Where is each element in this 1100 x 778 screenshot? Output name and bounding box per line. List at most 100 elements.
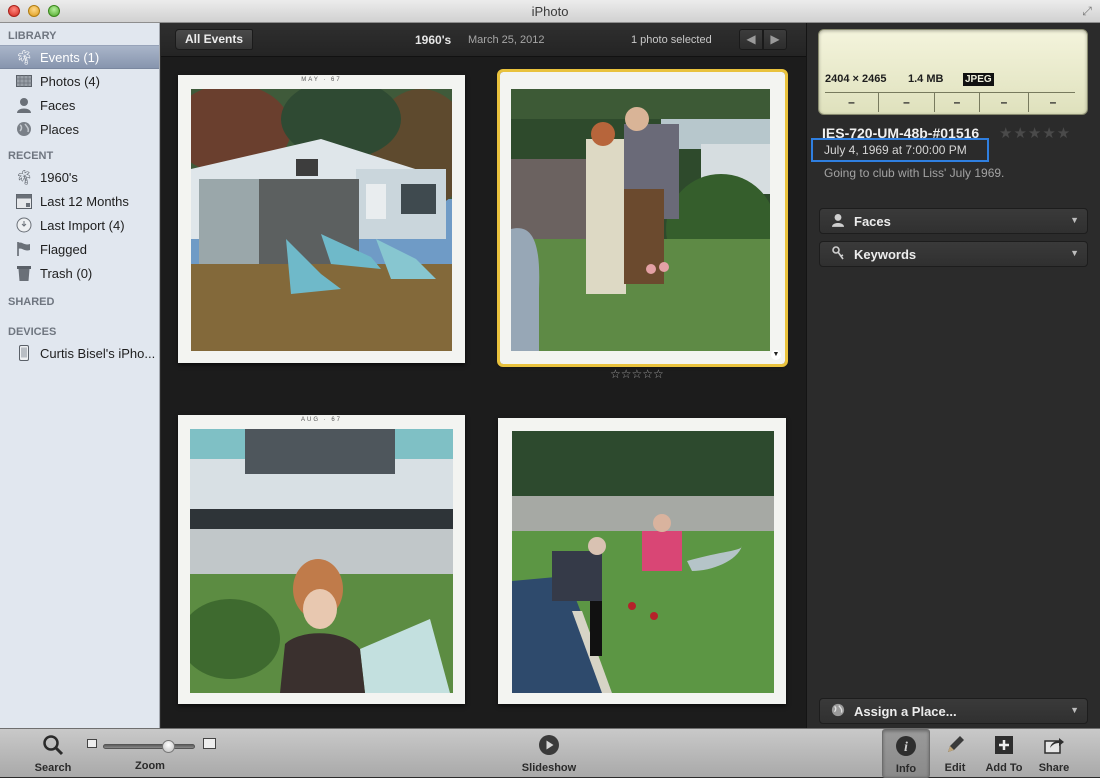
slideshow-label: Slideshow xyxy=(521,762,577,774)
photo-image xyxy=(191,89,452,351)
event-title: 1960's xyxy=(415,33,452,47)
photo-browser: All Events 1960's March 25, 2012 1 photo… xyxy=(161,23,806,728)
photo-thumbnail[interactable]: AUG · 67 xyxy=(178,415,465,704)
window-title: iPhoto xyxy=(531,4,569,19)
share-button[interactable]: Share xyxy=(1032,729,1076,778)
keywords-section[interactable]: Keywords ▼ xyxy=(819,241,1088,267)
photo-thumbnail[interactable] xyxy=(498,418,786,704)
photo-date-stamp: AUG · 67 xyxy=(300,417,342,423)
event-header: All Events 1960's March 25, 2012 1 photo… xyxy=(161,23,806,57)
add-icon xyxy=(992,734,1016,758)
faces-section[interactable]: Faces ▼ xyxy=(819,208,1088,234)
photo-file-size: 1.4 MB xyxy=(908,73,944,85)
sidebar-item-1960s[interactable]: 🌴︎ 1960's xyxy=(0,165,159,189)
add-to-button[interactable]: Add To xyxy=(981,729,1027,778)
iphone-icon xyxy=(15,344,33,362)
chevron-down-icon[interactable]: ▼ xyxy=(1070,248,1079,258)
sidebar-item-places[interactable]: Places xyxy=(0,117,159,141)
sidebar-section-devices: DEVICES xyxy=(8,326,57,338)
flag-icon xyxy=(15,240,33,258)
chevron-down-icon[interactable]: ▼ xyxy=(1070,705,1079,715)
fullscreen-icon[interactable]: ⤢ xyxy=(1080,4,1094,18)
exif-cell: – xyxy=(935,92,980,112)
selection-status: 1 photo selected xyxy=(631,34,712,46)
sidebar-item-iphone[interactable]: Curtis Bisel's iPho... xyxy=(0,341,159,365)
info-panel: 2404 × 2465 1.4 MB JPEG – – – – – IES-72… xyxy=(806,23,1100,728)
zoom-label: Zoom xyxy=(135,760,165,772)
sidebar: LIBRARY 🌴︎ Events (1) Photos (4) Faces P… xyxy=(0,23,160,728)
calendar-icon xyxy=(15,192,33,210)
share-label: Share xyxy=(1038,762,1070,774)
photo-image xyxy=(190,429,453,693)
arrow-right-icon: ▶ xyxy=(770,32,780,46)
import-clock-icon xyxy=(15,216,33,234)
sidebar-section-library: LIBRARY xyxy=(8,30,57,42)
sidebar-item-faces[interactable]: Faces xyxy=(0,93,159,117)
photo-date-stamp: MAY · 67 xyxy=(301,77,342,83)
title-bar: iPhoto ⤢ xyxy=(0,0,1100,23)
info-label: Info xyxy=(895,763,917,775)
places-globe-icon xyxy=(15,120,33,138)
sidebar-item-label: Events (1) xyxy=(40,49,100,65)
search-icon xyxy=(41,734,65,758)
edit-label: Edit xyxy=(944,762,966,774)
photo-datetime[interactable]: July 4, 1969 at 7:00:00 PM xyxy=(811,138,989,162)
photo-menu-icon[interactable]: ▼ xyxy=(771,350,781,360)
search-button[interactable]: Search xyxy=(28,729,78,778)
zoom-large-icon xyxy=(203,738,216,749)
sidebar-item-flagged[interactable]: Flagged xyxy=(0,237,159,261)
sidebar-item-label: Flagged xyxy=(40,241,87,257)
sidebar-item-label: Curtis Bisel's iPho... xyxy=(40,345,156,361)
add-to-label: Add To xyxy=(985,762,1023,774)
chevron-down-icon[interactable]: ▼ xyxy=(1070,215,1079,225)
sidebar-item-last-import[interactable]: Last Import (4) xyxy=(0,213,159,237)
sidebar-item-label: Faces xyxy=(40,97,76,113)
exif-cell: – xyxy=(825,92,879,112)
faces-section-label: Faces xyxy=(854,213,891,229)
sidebar-section-shared: SHARED xyxy=(8,296,55,308)
previous-button[interactable]: ◀ xyxy=(739,29,763,50)
photo-format-badge: JPEG xyxy=(963,73,994,86)
share-icon xyxy=(1042,734,1066,758)
photo-info-display: 2404 × 2465 1.4 MB JPEG – – – – – xyxy=(818,29,1088,115)
svg-text:i: i xyxy=(904,740,908,755)
photo-thumbnail-selected[interactable]: ▼ xyxy=(497,69,788,367)
events-palm-icon: 🌴︎ xyxy=(15,48,33,65)
assign-place-section[interactable]: Assign a Place... ▼ xyxy=(819,698,1088,724)
info-button[interactable]: i Info xyxy=(882,729,930,778)
places-globe-icon xyxy=(830,703,846,720)
all-events-button[interactable]: All Events xyxy=(175,29,254,50)
edit-button[interactable]: Edit xyxy=(935,729,975,778)
sidebar-item-label: Trash (0) xyxy=(40,265,93,281)
photo-image xyxy=(512,431,774,693)
bottom-toolbar: Search Zoom Slideshow i Info Edit Add To… xyxy=(0,728,1100,778)
sidebar-item-trash[interactable]: Trash (0) xyxy=(0,261,159,285)
sidebar-item-label: Places xyxy=(40,121,80,137)
sidebar-item-photos[interactable]: Photos (4) xyxy=(0,69,159,93)
sidebar-item-events[interactable]: 🌴︎ Events (1) xyxy=(0,45,159,69)
photo-description[interactable]: Going to club with Liss' July 1969. xyxy=(824,166,1004,180)
zoom-slider[interactable] xyxy=(103,740,195,753)
zoom-small-icon xyxy=(87,739,97,748)
photo-rating[interactable]: ★★★★★ xyxy=(999,124,1071,142)
sidebar-item-label: Last Import (4) xyxy=(40,217,125,233)
key-icon xyxy=(830,245,846,263)
photo-rating-stars[interactable]: ☆☆☆☆☆ xyxy=(610,367,664,381)
exif-cell: – xyxy=(980,92,1029,112)
search-label: Search xyxy=(34,762,72,774)
assign-place-label: Assign a Place... xyxy=(854,703,957,719)
photo-image xyxy=(511,89,770,351)
sidebar-item-label: Last 12 Months xyxy=(40,193,129,209)
keywords-section-label: Keywords xyxy=(854,246,917,262)
photo-thumbnail[interactable]: MAY · 67 xyxy=(178,75,465,363)
exif-cell: – xyxy=(879,92,935,112)
sidebar-item-last-12-months[interactable]: Last 12 Months xyxy=(0,189,159,213)
sidebar-section-recent: RECENT xyxy=(8,150,54,162)
next-button[interactable]: ▶ xyxy=(763,29,787,50)
slideshow-button[interactable]: Slideshow xyxy=(515,729,583,778)
zoom-slider-knob[interactable] xyxy=(161,740,175,753)
event-date: March 25, 2012 xyxy=(468,34,545,46)
photo-dimensions: 2404 × 2465 xyxy=(825,73,887,85)
sidebar-item-label: Photos (4) xyxy=(40,73,100,89)
faces-person-icon xyxy=(830,213,846,230)
